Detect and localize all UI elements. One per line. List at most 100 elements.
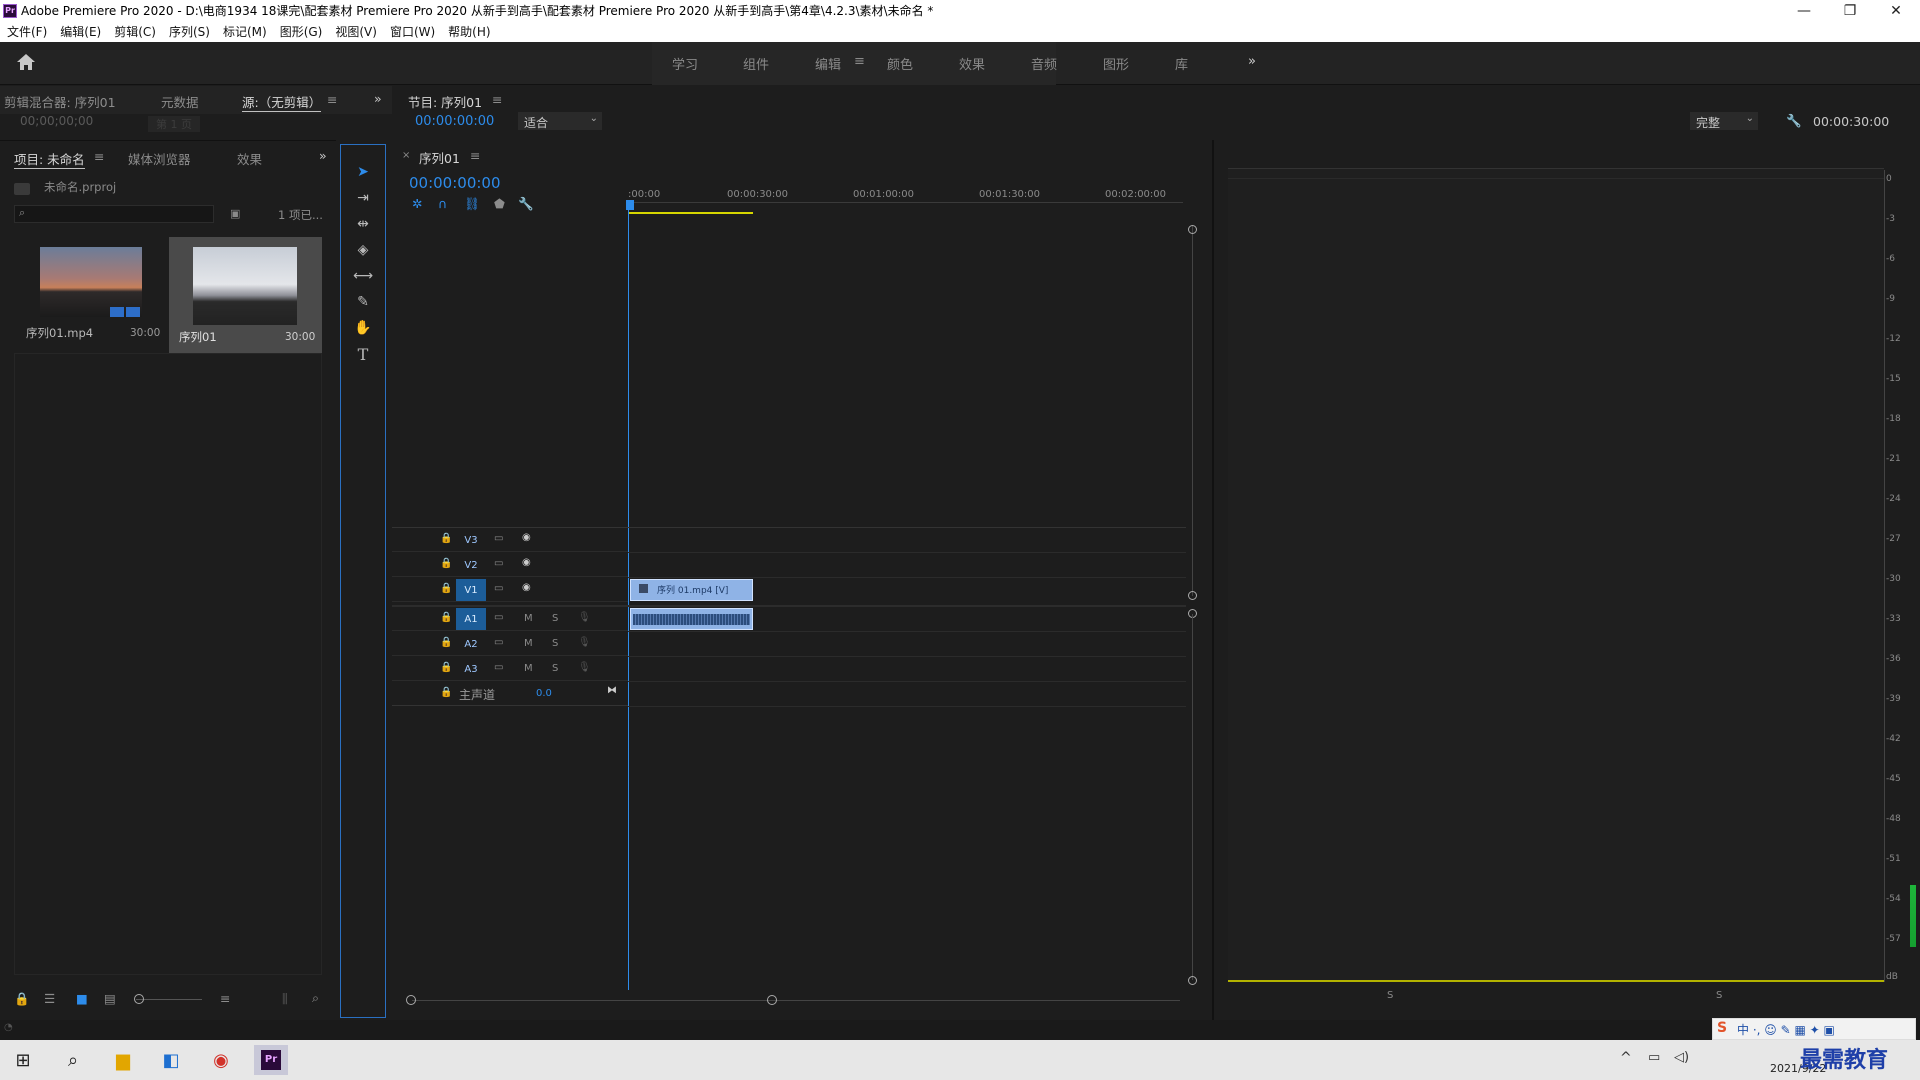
sync-lock-icon[interactable]: ▭ <box>494 583 503 594</box>
source-menu-icon[interactable]: ≡ <box>327 92 337 107</box>
timeline-menu-icon[interactable]: ≡ <box>470 148 480 163</box>
list-view-icon[interactable]: ☰ <box>44 991 55 1006</box>
eye-icon[interactable]: ◉ <box>522 582 531 593</box>
lock-icon[interactable]: 🔒 <box>440 637 452 648</box>
menu-file[interactable]: 文件(F) <box>7 23 47 40</box>
wrench-icon[interactable]: 🔧 <box>1786 113 1802 129</box>
sync-lock-icon[interactable]: ▭ <box>494 637 503 648</box>
track-label-v3[interactable]: V3 <box>456 529 486 551</box>
icon-view-icon[interactable]: ■ <box>76 991 88 1006</box>
hand-tool-icon[interactable]: ✋ <box>352 318 374 338</box>
menu-help[interactable]: 帮助(H) <box>448 23 490 40</box>
zoom-slider[interactable] <box>136 999 202 1000</box>
chrome-icon[interactable]: ◉ <box>206 1045 236 1075</box>
lock-icon[interactable]: 🔒 <box>440 687 452 698</box>
zoom-slider-handle[interactable] <box>134 994 144 1004</box>
hscroll-handle-left[interactable] <box>406 995 416 1005</box>
network-icon[interactable]: ▭ <box>1648 1050 1660 1065</box>
fit-dropdown[interactable]: 适合 ⌄ <box>518 112 602 130</box>
selection-tool-icon[interactable]: ➤ <box>352 162 374 182</box>
close-button[interactable]: ✕ <box>1874 0 1918 21</box>
search-icon[interactable]: ⌕ <box>58 1045 88 1075</box>
track-label-a3[interactable]: A3 <box>456 658 486 680</box>
tab-clip-mixer[interactable]: 剪辑混合器: 序列01 <box>4 92 116 111</box>
timeline-timecode[interactable]: 00:00:00:00 <box>409 174 501 192</box>
master-routing-icon[interactable]: ⧓ <box>607 685 617 696</box>
timeline-settings-icon[interactable]: 🔧 <box>518 196 534 212</box>
mute-button[interactable]: M <box>524 613 533 624</box>
eye-icon[interactable]: ◉ <box>522 532 531 543</box>
program-timecode[interactable]: 00:00:00:00 <box>415 114 494 129</box>
quality-dropdown[interactable]: 完整 ⌄ <box>1690 112 1758 130</box>
workspace-assembly[interactable]: 组件 <box>743 54 769 73</box>
workspace-libraries[interactable]: 库 <box>1175 54 1188 73</box>
tab-effects[interactable]: 效果 <box>237 149 262 168</box>
lock-icon[interactable]: 🔒 <box>14 991 30 1007</box>
pen-tool-icon[interactable]: ✎ <box>352 292 374 312</box>
workspace-audio[interactable]: 音频 <box>1031 54 1057 73</box>
audio-scroll-handle-bottom[interactable] <box>1188 976 1197 985</box>
windows-start-icon[interactable]: ⊞ <box>8 1045 38 1075</box>
master-volume[interactable]: 0.0 <box>536 688 552 699</box>
menu-graphics[interactable]: 图形(G) <box>280 23 323 40</box>
razor-tool-icon[interactable]: ◈ <box>352 240 374 260</box>
hscroll-handle-right[interactable] <box>767 995 777 1005</box>
project-menu-icon[interactable]: ≡ <box>94 149 104 164</box>
workspace-graphics[interactable]: 图形 <box>1103 54 1129 73</box>
home-icon[interactable] <box>16 53 38 73</box>
track-label-a1[interactable]: A1 <box>456 608 486 630</box>
sort-icon[interactable]: ≡ <box>220 991 230 1006</box>
lock-icon[interactable]: 🔒 <box>440 612 452 623</box>
workspace-editing[interactable]: 编辑 <box>815 54 841 73</box>
sync-lock-icon[interactable]: ▭ <box>494 558 503 569</box>
sync-lock-icon[interactable]: ▭ <box>494 533 503 544</box>
menu-sequence[interactable]: 序列(S) <box>169 23 210 40</box>
program-menu-icon[interactable]: ≡ <box>492 92 502 107</box>
scroll-handle-top[interactable] <box>1188 225 1197 234</box>
workspace-menu-icon[interactable]: ≡ <box>854 54 865 69</box>
program-playback-bar[interactable] <box>1228 980 1884 982</box>
solo-right-button[interactable]: S <box>1716 990 1722 1001</box>
app-icon[interactable]: ◧ <box>156 1045 186 1075</box>
video-scrollbar[interactable] <box>1192 226 1193 596</box>
freeform-view-icon[interactable]: ▤ <box>104 991 116 1006</box>
project-search-input[interactable]: ⌕ <box>14 205 214 223</box>
solo-button[interactable]: S <box>552 613 558 624</box>
tab-source[interactable]: 源:（无剪辑） <box>242 92 322 112</box>
new-bin-icon[interactable]: ▣ <box>230 207 240 220</box>
mute-button[interactable]: M <box>524 638 533 649</box>
automate-icon[interactable]: ⫼ <box>282 991 288 1007</box>
lock-icon[interactable]: 🔒 <box>440 583 452 594</box>
playhead-handle[interactable] <box>626 200 634 210</box>
track-label-v1[interactable]: V1 <box>456 579 486 601</box>
snap-icon[interactable]: ∩ <box>438 196 447 211</box>
work-area-bar[interactable] <box>629 212 753 214</box>
add-marker-icon[interactable]: ⬟ <box>494 196 505 211</box>
workspace-learning[interactable]: 学习 <box>672 54 698 73</box>
premiere-taskbar-icon[interactable]: Pr <box>254 1045 288 1075</box>
linked-selection-icon[interactable]: ⛓ <box>464 196 480 212</box>
audio-scrollbar[interactable] <box>1192 614 1193 980</box>
track-label-a2[interactable]: A2 <box>456 633 486 655</box>
lock-icon[interactable]: 🔒 <box>440 558 452 569</box>
project-item-selected[interactable]: 序列01 30:00 <box>169 237 322 353</box>
lock-icon[interactable]: 🔒 <box>440 533 452 544</box>
menu-view[interactable]: 视图(V) <box>335 23 377 40</box>
mute-button[interactable]: M <box>524 663 533 674</box>
mic-icon[interactable]: 🎙 <box>578 662 591 673</box>
tab-program[interactable]: 节目: 序列01 <box>408 92 482 111</box>
tab-sequence[interactable]: 序列01 <box>419 148 460 167</box>
mic-icon[interactable]: 🎙 <box>578 612 591 623</box>
sync-lock-icon[interactable]: ▭ <box>494 662 503 673</box>
menu-edit[interactable]: 编辑(E) <box>60 23 101 40</box>
timeline-hscrollbar[interactable] <box>412 1000 1180 1001</box>
sync-lock-icon[interactable]: ▭ <box>494 612 503 623</box>
file-explorer-icon[interactable]: ▆ <box>108 1045 138 1075</box>
tab-media-browser[interactable]: 媒体浏览器 <box>128 149 191 168</box>
type-tool-icon[interactable]: T <box>352 344 374 364</box>
tray-chevron-icon[interactable]: ^ <box>1620 1050 1632 1066</box>
project-item[interactable]: 序列01.mp4 30:00 <box>16 237 166 349</box>
solo-button[interactable]: S <box>552 638 558 649</box>
lock-icon[interactable]: 🔒 <box>440 662 452 673</box>
minimize-button[interactable]: — <box>1782 0 1826 21</box>
